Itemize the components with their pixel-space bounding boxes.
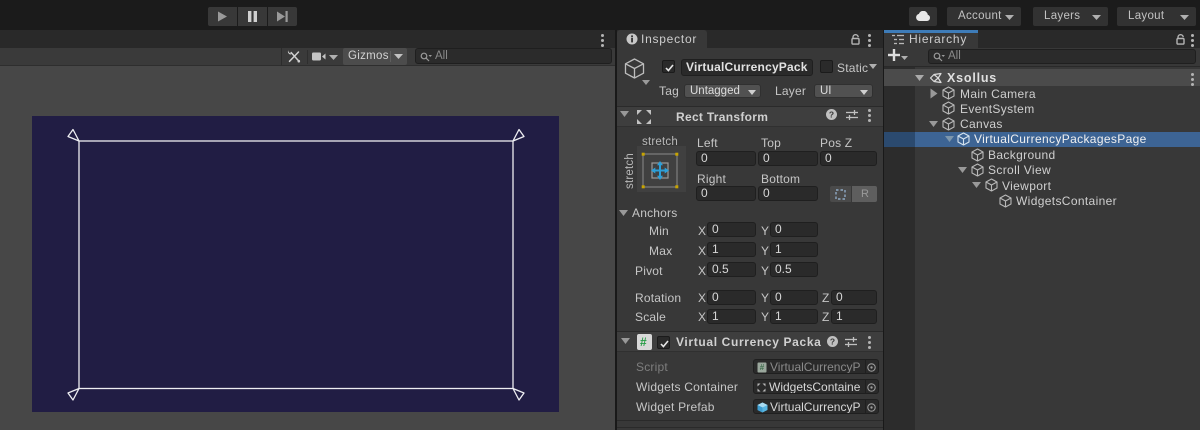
svg-text:?: ?: [830, 336, 835, 346]
svg-text:#: #: [760, 363, 765, 372]
svg-text:?: ?: [829, 109, 834, 119]
